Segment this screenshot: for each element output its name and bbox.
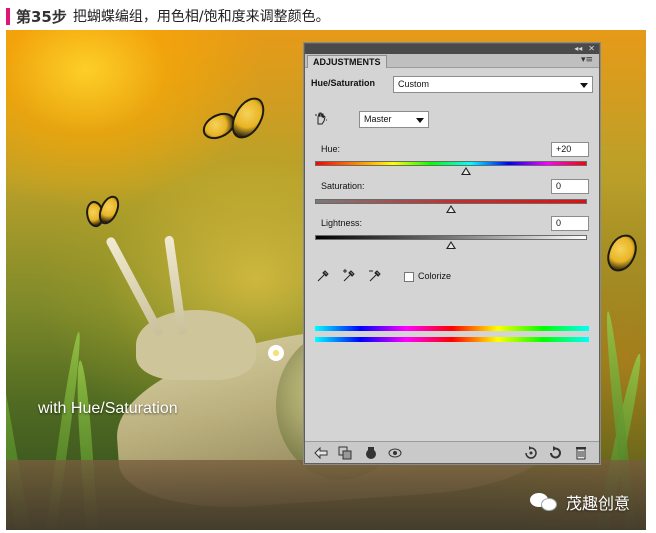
panel-title-bar: ◂◂ ✕	[305, 44, 599, 54]
snail-antenna	[104, 235, 165, 338]
reset-icon[interactable]	[547, 445, 563, 461]
butterfly	[604, 230, 644, 278]
page: 第35步 把蝴蝶编组，用色相/饱和度来调整颜色。 with Hue/Satura…	[0, 0, 656, 533]
eye-icon[interactable]	[387, 445, 403, 461]
hue-slider-track[interactable]	[315, 161, 587, 166]
lightness-slider-track[interactable]	[315, 235, 587, 240]
white-flower	[268, 345, 284, 361]
scene-caption: with Hue/Saturation	[38, 400, 178, 417]
lightness-label: Lightness:	[321, 218, 363, 228]
collapse-panel-icon[interactable]: ◂◂	[574, 44, 582, 54]
trash-icon[interactable]	[573, 445, 589, 461]
heading-accent-bar	[6, 7, 10, 25]
eyedropper-plus-icon[interactable]	[341, 268, 357, 284]
layer-visibility-drop-icon[interactable]	[363, 445, 379, 461]
step-heading: 第35步 把蝴蝶编组，用色相/饱和度来调整颜色。	[6, 6, 330, 26]
wechat-icon	[529, 491, 560, 513]
clip-layer-icon[interactable]	[337, 445, 353, 461]
hue-label: Hue:	[321, 144, 341, 154]
panel-tab-bar: ADJUSTMENTS ▾≡	[305, 54, 599, 68]
hue-input[interactable]: +20	[551, 142, 589, 157]
eyedropper-icon[interactable]	[315, 268, 331, 284]
tab-adjustments[interactable]: ADJUSTMENTS	[307, 55, 387, 68]
output-color-spectrum	[315, 337, 589, 342]
watermark: 茂趣创意	[529, 490, 630, 514]
saturation-slider-thumb[interactable]	[446, 205, 456, 213]
back-arrow-icon[interactable]	[313, 445, 329, 461]
lightness-input[interactable]: 0	[551, 216, 589, 231]
adjustment-name: Hue/Saturation	[311, 78, 376, 88]
butterfly	[82, 193, 122, 231]
channel-value: Master	[364, 114, 392, 124]
step-instruction: 把蝴蝶编组，用色相/饱和度来调整颜色。	[72, 9, 330, 25]
eyedropper-minus-icon[interactable]	[367, 268, 383, 284]
chevron-down-icon	[416, 118, 424, 123]
colorize-checkbox[interactable]	[404, 272, 414, 282]
chevron-down-icon	[580, 83, 588, 88]
butterfly	[199, 92, 272, 146]
saturation-input[interactable]: 0	[551, 179, 589, 194]
step-number: 第35步	[16, 7, 67, 26]
saturation-slider-track[interactable]	[315, 199, 587, 204]
preset-value: Custom	[398, 79, 430, 89]
hue-slider-thumb[interactable]	[461, 167, 472, 175]
lightness-slider-thumb[interactable]	[446, 241, 456, 249]
watermark-text: 茂趣创意	[565, 494, 630, 513]
channel-select[interactable]: Master	[359, 111, 429, 128]
saturation-label: Saturation:	[321, 181, 365, 191]
input-color-spectrum	[315, 326, 589, 331]
adjustments-panel: ◂◂ ✕ ADJUSTMENTS ▾≡ Hue/Saturation Custo…	[304, 43, 600, 464]
colorize-label: Colorize	[418, 271, 452, 281]
panel-bottom-toolbar	[305, 441, 599, 463]
hand-scrub-icon[interactable]	[313, 110, 329, 126]
preset-select[interactable]: Custom	[393, 76, 593, 93]
panel-menu-icon[interactable]: ▾≡	[581, 54, 593, 67]
previous-state-icon[interactable]	[523, 445, 539, 461]
close-panel-icon[interactable]: ✕	[588, 44, 595, 54]
